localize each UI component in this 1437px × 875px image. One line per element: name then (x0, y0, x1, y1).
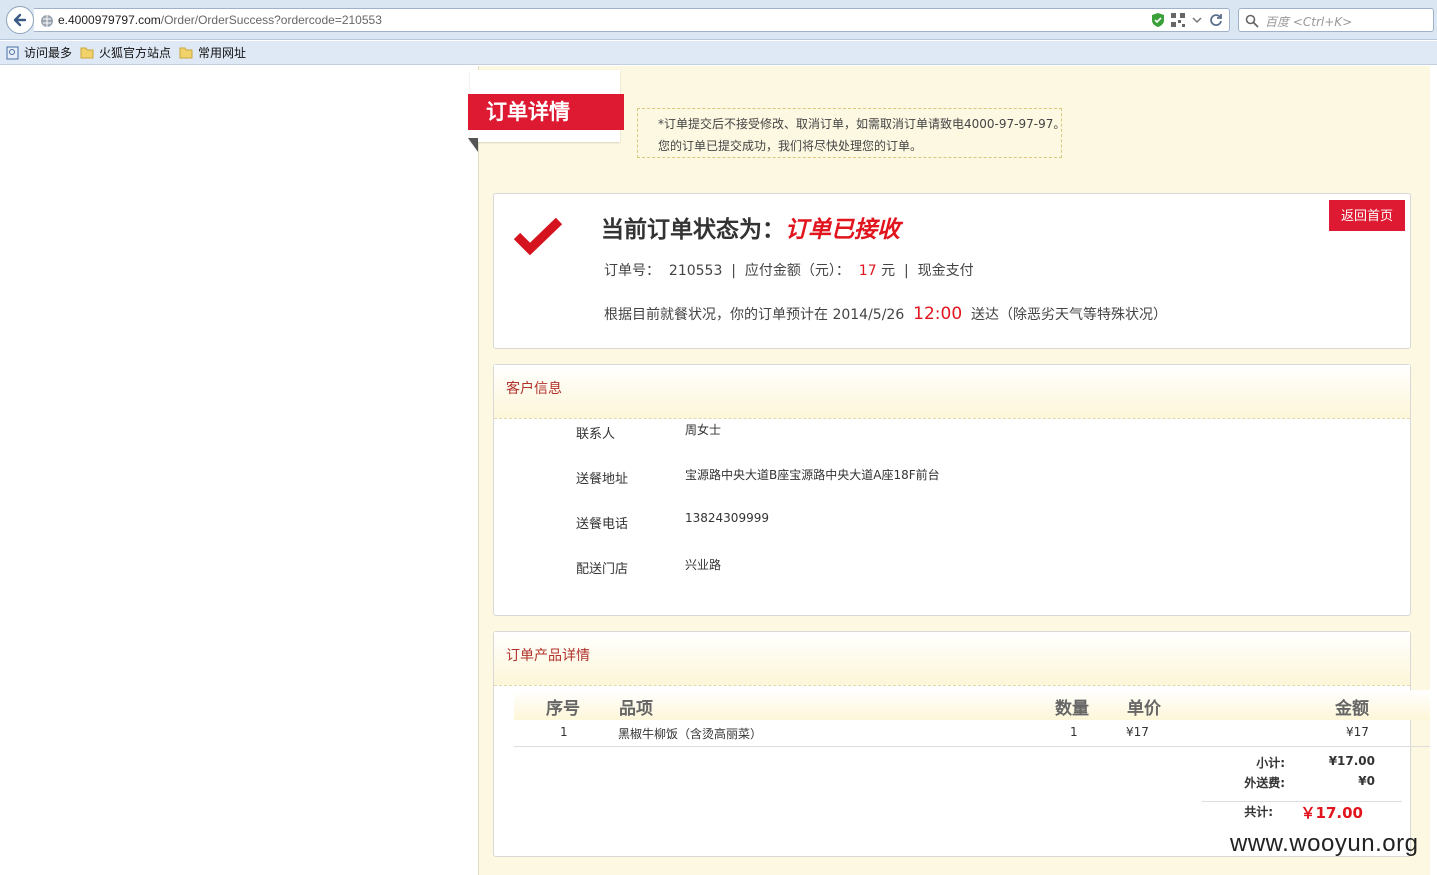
amount-label: 应付金额（元）： (744, 263, 850, 279)
folder-icon (179, 47, 193, 59)
col-item: 品项 (619, 699, 653, 719)
delivery-suffix: 送达（除恶劣天气等特殊状况） (971, 307, 1168, 323)
url-path: /Order/OrderSuccess?ordercode=210553 (160, 13, 382, 27)
amount-value: 17 (858, 263, 877, 279)
return-home-button[interactable]: 返回首页 (1329, 200, 1405, 231)
order-no: 210553 (668, 263, 723, 279)
bookmark-common-sites[interactable]: 常用网址 (179, 44, 246, 61)
reload-icon[interactable] (1209, 13, 1223, 27)
phone-value: 13824309999 (685, 511, 769, 525)
url-text: e.4000979797.com/Order/OrderSuccess?orde… (58, 13, 382, 27)
order-no-label: 订单号： (604, 263, 660, 279)
order-products-panel: 订单产品详情 序号 品项 数量 单价 金额 1 黑椒牛柳饭（含烫高丽菜） 1 ¥… (493, 631, 1430, 857)
delivery-time: 12:00 (913, 304, 963, 324)
item-qty: 1 (1070, 725, 1078, 739)
status-value: 订单已接收 (785, 217, 900, 243)
bookmark-page-icon (6, 46, 19, 59)
item-name: 黑椒牛柳饭（含烫高丽菜） (618, 727, 763, 741)
browser-toolbar: e.4000979797.com/Order/OrderSuccess?orde… (0, 0, 1437, 40)
order-meta: 订单号： 210553 | 应付金额（元）： 17 元 | 现金支付 (604, 260, 974, 280)
separator: | (903, 263, 909, 279)
globe-icon (41, 15, 53, 27)
phone-label: 送餐电话 (576, 517, 629, 532)
notice-line-1: *订单提交后不接受修改、取消订单，如需取消订单请致电4000-97-97-97。 (658, 117, 1066, 131)
search-icon (1245, 14, 1259, 28)
page-title: 订单详情 (468, 94, 624, 130)
table-row-divider (514, 746, 1430, 747)
notice-line-2: 您的订单已提交成功，我们将尽快处理您的订单。 (658, 139, 923, 153)
back-arrow-icon (13, 13, 27, 27)
total-value: ￥17.00 (1300, 804, 1363, 822)
contact-label: 联系人 (576, 427, 616, 442)
ribbon-fold (468, 138, 478, 152)
search-bar[interactable]: 百度 <Ctrl+K> (1238, 8, 1434, 32)
item-price: ¥17 (1126, 725, 1149, 739)
order-status: 当前订单状态为：订单已接收 (601, 210, 900, 244)
search-placeholder: 百度 <Ctrl+K> (1265, 15, 1353, 29)
subtotal-value: ¥17.00 (1328, 754, 1375, 768)
address-value: 宝源路中央大道B座宝源路中央大道A座18F前台 (685, 468, 940, 482)
delivery-fee-label: 外送费: (1244, 776, 1285, 790)
customer-info-panel: 客户信息 联系人 周女士 送餐地址 宝源路中央大道B座宝源路中央大道A座18F前… (493, 364, 1411, 616)
delivery-fee-value: ¥0 (1358, 774, 1375, 788)
watermark: www.wooyun.org (1230, 830, 1419, 857)
item-no: 1 (560, 725, 568, 739)
status-label: 当前订单状态为： (601, 217, 785, 243)
contact-value: 周女士 (685, 423, 722, 437)
qr-code-icon[interactable] (1171, 13, 1185, 27)
col-amount: 金额 (1335, 699, 1369, 719)
customer-info-title: 客户信息 (494, 365, 1410, 419)
store-value: 兴业路 (685, 558, 722, 572)
url-host: e.4000979797.com (58, 13, 161, 27)
bookmark-most-visited[interactable]: 访问最多 (6, 44, 72, 61)
col-qty: 数量 (1055, 699, 1089, 719)
currency: 元 (881, 263, 896, 279)
bookmark-label: 访问最多 (24, 46, 73, 60)
dropdown-arrow-icon[interactable] (1191, 14, 1203, 26)
store-label: 配送门店 (576, 562, 629, 577)
delivery-prefix: 根据目前就餐状况，你的订单预计在 2014/5/26 (604, 307, 905, 323)
checkmark-icon (514, 217, 562, 256)
payment-method: 现金支付 (917, 263, 974, 279)
delivery-estimate: 根据目前就餐状况，你的订单预计在 2014/5/26 12:00 送达（除恶劣天… (604, 304, 1167, 324)
bookmark-label: 常用网址 (198, 46, 247, 60)
total-label: 共计: (1244, 805, 1273, 819)
bookmark-label: 火狐官方站点 (99, 46, 172, 60)
order-notice: *订单提交后不接受修改、取消订单，如需取消订单请致电4000-97-97-97。… (637, 108, 1066, 158)
folder-icon (80, 47, 94, 59)
products-title: 订单产品详情 (494, 632, 1410, 686)
item-amount: ¥17 (1346, 725, 1369, 739)
bookmarks-bar: 访问最多 火狐官方站点 常用网址 (0, 41, 1437, 65)
back-button[interactable] (6, 6, 34, 34)
separator: | (731, 263, 736, 279)
subtotal-label: 小计: (1256, 756, 1285, 770)
col-price: 单价 (1127, 699, 1161, 719)
address-label: 送餐地址 (576, 472, 629, 487)
col-no: 序号 (546, 699, 580, 719)
order-status-panel: 当前订单状态为：订单已接收 订单号： 210553 | 应付金额（元）： 17 … (493, 193, 1411, 349)
shield-icon[interactable] (1151, 12, 1165, 28)
address-bar[interactable]: e.4000979797.com/Order/OrderSuccess?orde… (34, 8, 1230, 32)
bookmark-firefox-sites[interactable]: 火狐官方站点 (80, 44, 171, 61)
